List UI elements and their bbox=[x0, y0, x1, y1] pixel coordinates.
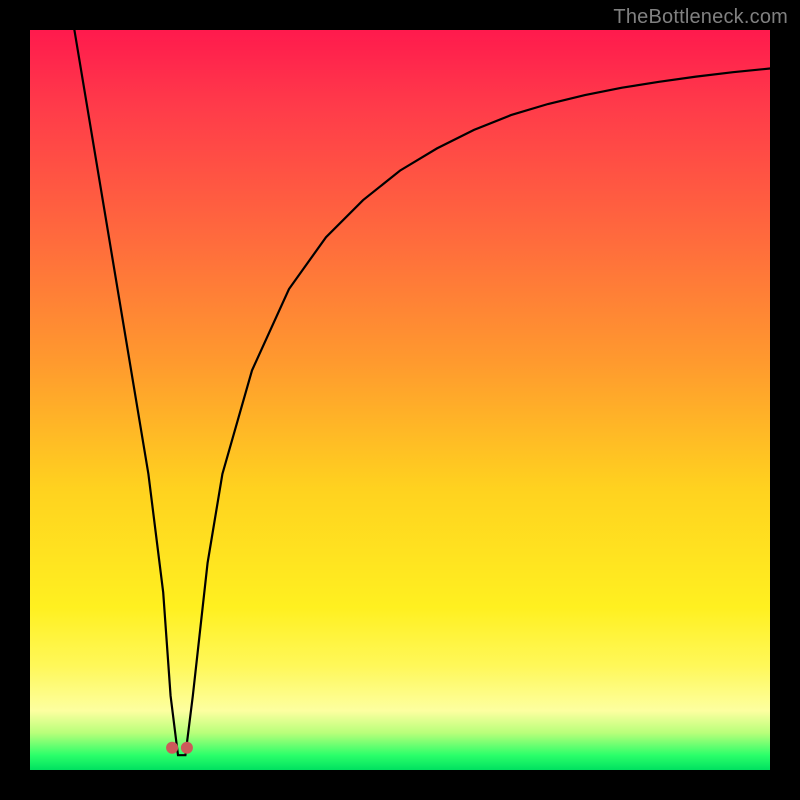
marker-min-left bbox=[166, 742, 178, 754]
plot-area bbox=[30, 30, 770, 770]
marker-min-right bbox=[181, 742, 193, 754]
marker-group bbox=[166, 742, 193, 754]
chart-svg bbox=[30, 30, 770, 770]
outer-frame: TheBottleneck.com bbox=[0, 0, 800, 800]
bottleneck-curve bbox=[74, 30, 770, 755]
curve-group bbox=[74, 30, 770, 755]
watermark-text: TheBottleneck.com bbox=[613, 6, 788, 29]
